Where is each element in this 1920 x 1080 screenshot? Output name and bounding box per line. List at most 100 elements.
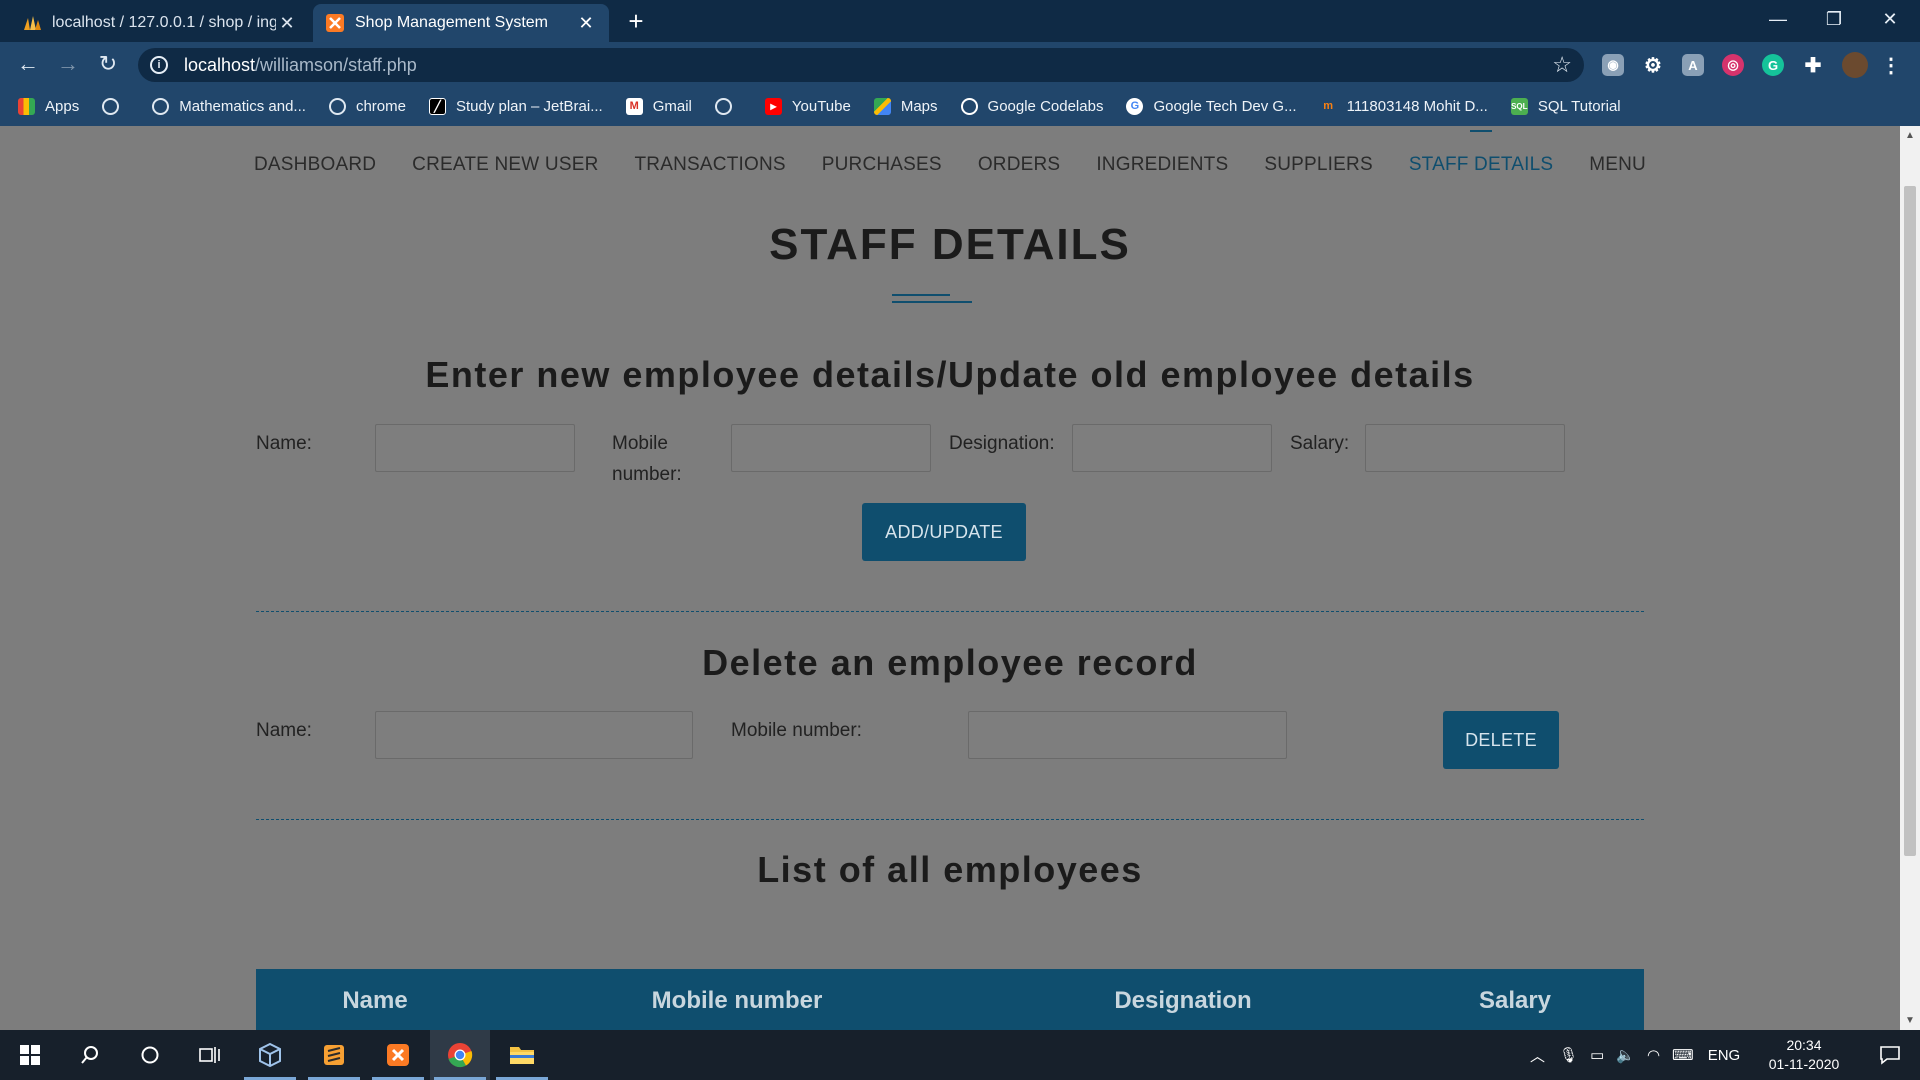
xampp-icon xyxy=(325,13,345,33)
chrome-menu-icon[interactable]: ⋮ xyxy=(1880,54,1902,77)
nav-menu[interactable]: MENU xyxy=(1589,154,1646,176)
nav-create-new-user[interactable]: CREATE NEW USER xyxy=(412,154,598,176)
bookmark-study-plan[interactable]: ╱ Study plan – JetBrai... xyxy=(428,97,603,115)
name-input[interactable] xyxy=(375,424,575,472)
jetbrains-icon: ╱ xyxy=(428,97,446,115)
taskbar-clock[interactable]: 20:34 01-11-2020 xyxy=(1754,1036,1854,1074)
volume-icon[interactable]: 🔈 xyxy=(1616,1046,1635,1064)
delete-name-input[interactable] xyxy=(375,711,693,759)
forward-arrow-icon[interactable]: → xyxy=(54,50,82,78)
bookmark-sql-tutorial[interactable]: SQL SQL Tutorial xyxy=(1510,97,1621,115)
settings-extension-icon[interactable]: ⚙ xyxy=(1642,54,1664,77)
browser-tab-shop[interactable]: Shop Management System ✕ xyxy=(313,4,609,42)
new-tab-button[interactable]: + xyxy=(622,7,650,35)
sql-icon: SQL xyxy=(1510,97,1528,115)
reload-icon[interactable]: ↻ xyxy=(94,50,122,78)
nav-transactions[interactable]: TRANSACTIONS xyxy=(635,154,786,176)
bookmark-gmail[interactable]: M Gmail xyxy=(625,97,692,115)
nav-ingredients[interactable]: INGREDIENTS xyxy=(1096,154,1228,176)
designation-input[interactable] xyxy=(1072,424,1272,472)
globe-icon xyxy=(328,97,346,115)
add-update-button[interactable]: ADD/UPDATE xyxy=(862,503,1026,561)
browser-tab-strip: localhost / 127.0.0.1 / shop / ingr ✕ Sh… xyxy=(0,0,1920,42)
designation-label: Designation: xyxy=(949,433,1055,454)
bookmark-maps[interactable]: Maps xyxy=(873,97,938,115)
globe-icon xyxy=(714,97,732,115)
nav-orders[interactable]: ORDERS xyxy=(978,154,1061,176)
back-arrow-icon[interactable]: ← xyxy=(14,50,42,78)
bookmark-label: YouTube xyxy=(791,97,851,115)
bookmark-moodle[interactable]: m 111803148 Mohit D... xyxy=(1320,98,1488,115)
microphone-icon[interactable]: 🎙 xyxy=(1559,1046,1578,1064)
task-view-icon[interactable] xyxy=(180,1030,240,1080)
windows-start-icon[interactable] xyxy=(0,1030,60,1080)
globe-icon xyxy=(102,97,120,115)
bookmark-mathematics[interactable]: Mathematics and... xyxy=(152,97,306,115)
bookmark-star-icon[interactable]: ☆ xyxy=(1552,52,1572,78)
scroll-down-arrow-icon[interactable]: ▼ xyxy=(1900,1015,1920,1026)
bookmark-label: 111803148 Mohit D... xyxy=(1346,97,1488,115)
close-tab-icon[interactable]: ✕ xyxy=(276,13,298,34)
nav-dashboard[interactable]: DASHBOARD xyxy=(254,154,376,176)
show-hidden-icons-icon[interactable]: ︿ xyxy=(1530,1045,1545,1066)
bookmark-chrome[interactable]: chrome xyxy=(328,97,406,115)
wifi-icon[interactable]: ◠ xyxy=(1647,1046,1660,1064)
address-bar[interactable]: i localhost/williamson/staff.php ☆ xyxy=(138,48,1584,82)
file-explorer-icon[interactable] xyxy=(492,1030,552,1080)
search-icon[interactable] xyxy=(60,1030,120,1080)
scrollbar-thumb[interactable] xyxy=(1904,186,1916,856)
bookmark-globe-2[interactable] xyxy=(714,97,742,115)
tab-title: Shop Management System xyxy=(355,14,548,31)
browser-tab-phpmyadmin[interactable]: localhost / 127.0.0.1 / shop / ingr ✕ xyxy=(10,4,310,42)
title-underline xyxy=(892,294,950,296)
delete-mobile-input[interactable] xyxy=(968,711,1287,759)
bookmark-apps[interactable]: Apps xyxy=(18,97,79,115)
column-header-name: Name xyxy=(342,987,408,1014)
bookmark-youtube[interactable]: ▶ YouTube xyxy=(764,97,851,115)
camera-extension-icon[interactable]: ◉ xyxy=(1602,54,1624,76)
profile-avatar[interactable] xyxy=(1842,52,1868,78)
language-indicator[interactable]: ENG xyxy=(1708,1047,1741,1064)
label-line: number: xyxy=(612,464,682,485)
instagram-extension-icon[interactable]: ◎ xyxy=(1722,54,1744,76)
keyboard-icon[interactable]: ⌨ xyxy=(1672,1046,1694,1064)
delete-button[interactable]: DELETE xyxy=(1443,711,1559,769)
site-info-icon[interactable]: i xyxy=(150,56,168,74)
mobile-number-label: Mobile number: xyxy=(612,428,682,490)
scroll-up-arrow-icon[interactable]: ▲ xyxy=(1900,130,1920,141)
nav-purchases[interactable]: PURCHASES xyxy=(822,154,942,176)
gmail-icon: M xyxy=(625,97,643,115)
virtualbox-icon[interactable] xyxy=(240,1030,300,1080)
clock-time: 20:34 xyxy=(1786,1037,1822,1053)
apps-grid-icon xyxy=(18,97,35,115)
sublime-text-icon[interactable] xyxy=(304,1030,364,1080)
grammarly-extension-icon[interactable]: G xyxy=(1762,54,1784,76)
salary-input[interactable] xyxy=(1365,424,1565,472)
close-window-icon[interactable]: ✕ xyxy=(1862,0,1918,40)
add-update-heading: Enter new employee details/Update old em… xyxy=(425,354,1475,395)
bookmark-globe-1[interactable] xyxy=(102,97,129,115)
notifications-icon[interactable] xyxy=(1860,1030,1920,1080)
bookmark-codelabs[interactable]: Google Codelabs xyxy=(960,97,1104,115)
mobile-number-input[interactable] xyxy=(731,424,931,472)
google-icon: G xyxy=(1126,97,1144,115)
cortana-icon[interactable] xyxy=(120,1030,180,1080)
delete-mobile-label: Mobile number: xyxy=(731,720,862,741)
chrome-taskbar-icon[interactable] xyxy=(430,1030,490,1080)
restore-icon[interactable]: ❐ xyxy=(1806,0,1862,40)
nav-staff-details[interactable]: STAFF DETAILS xyxy=(1409,154,1553,176)
puzzle-app-extension-icon[interactable]: A xyxy=(1682,54,1704,76)
battery-icon[interactable]: ▭ xyxy=(1590,1046,1604,1064)
bookmark-label: Google Tech Dev G... xyxy=(1153,97,1297,115)
nav-suppliers[interactable]: SUPPLIERS xyxy=(1264,154,1372,176)
extensions-puzzle-icon[interactable]: ✚ xyxy=(1802,54,1824,77)
bookmark-label: Google Codelabs xyxy=(987,97,1104,115)
bookmarks-bar: Apps Mathematics and... chrome ╱ Study pl… xyxy=(0,86,1920,126)
delete-heading: Delete an employee record xyxy=(702,642,1198,683)
bookmark-label: Mathematics and... xyxy=(179,97,306,115)
minimize-icon[interactable]: — xyxy=(1750,0,1806,40)
close-tab-icon[interactable]: ✕ xyxy=(575,13,597,34)
xampp-taskbar-icon[interactable] xyxy=(368,1030,428,1080)
page-scrollbar[interactable]: ▲ ▼ xyxy=(1900,126,1920,1030)
bookmark-google-tech-dev[interactable]: G Google Tech Dev G... xyxy=(1126,97,1297,115)
